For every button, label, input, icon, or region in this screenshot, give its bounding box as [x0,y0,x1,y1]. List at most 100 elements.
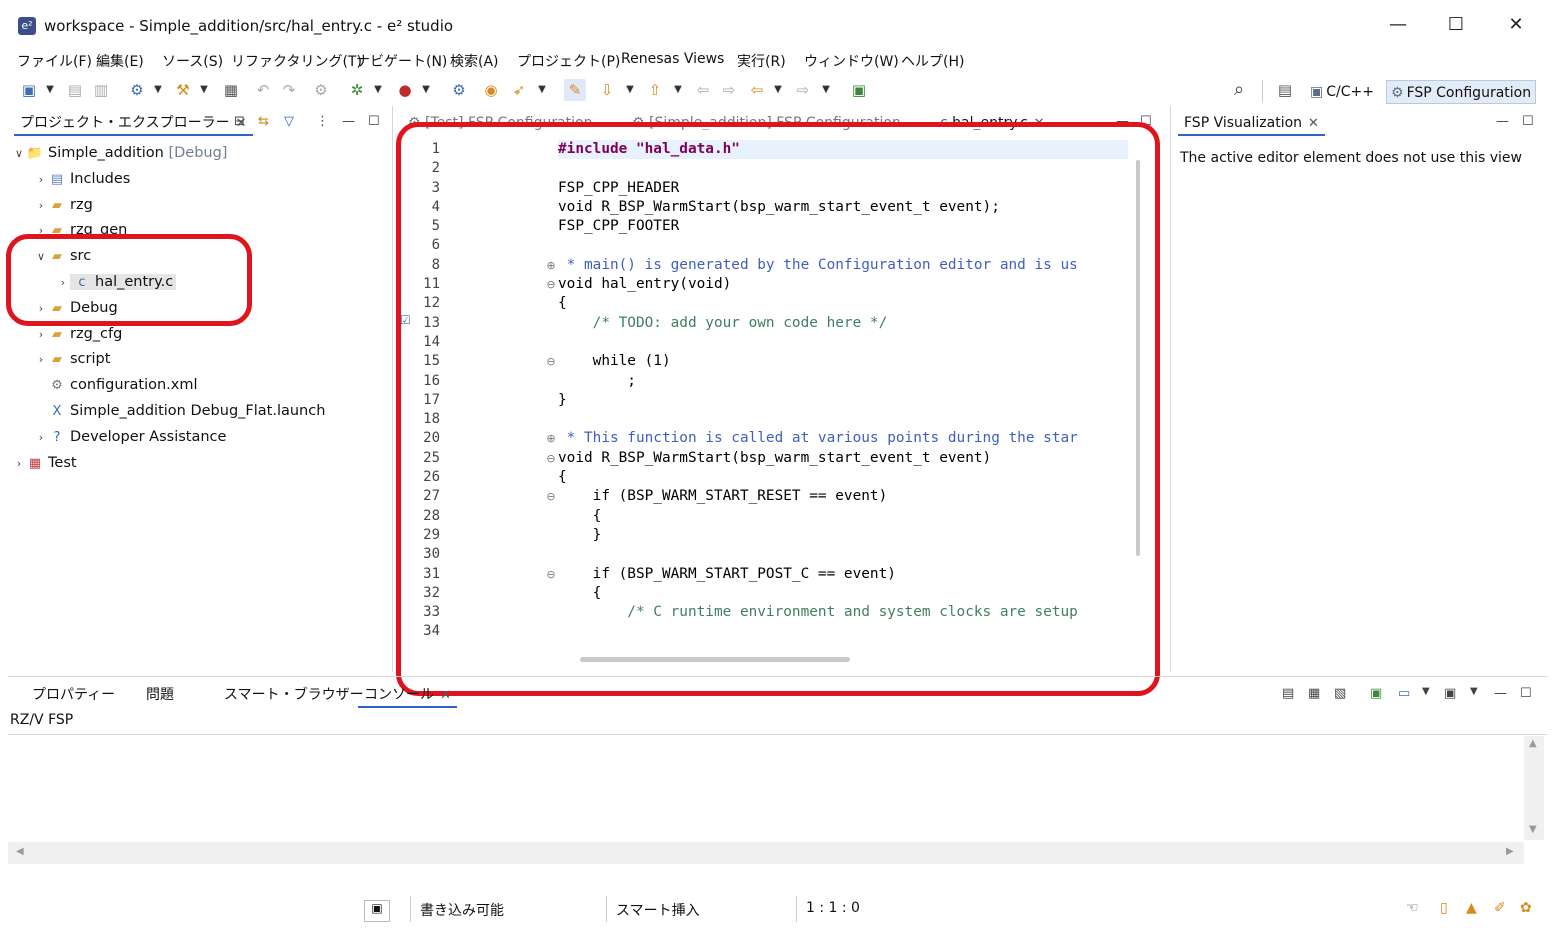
minimize-view-icon[interactable]: — [1496,114,1509,129]
tab-project-explorer[interactable]: プロジェクト・エクスプローラー ✕ [14,112,253,136]
new-window-icon[interactable]: ▣ [364,900,390,922]
tips-icon[interactable]: ☜ [1406,900,1419,916]
minimize-view-icon[interactable]: — [1494,686,1507,701]
menu-search[interactable]: 検索(A) [450,51,499,71]
settings-icon[interactable]: ⚙ [126,79,148,101]
chevron-down-icon[interactable]: ▼ [820,79,832,101]
chevron-down-icon[interactable]: ▼ [1470,686,1478,697]
remove-launch-icon[interactable]: ▤ [1282,686,1294,701]
tab-properties[interactable]: プロパティー [26,684,121,708]
chevron-down-icon[interactable]: ∨ [12,141,26,167]
chevron-down-icon[interactable]: ▼ [152,79,164,101]
chevron-down-icon[interactable]: ▼ [1422,686,1430,697]
back-icon[interactable]: ⇦ [746,79,768,101]
tab-console[interactable]: コンソール ✕ [358,684,457,708]
magic-wand-icon[interactable]: ✐ [1494,900,1506,916]
chevron-right-icon[interactable]: › [34,167,48,193]
menu-source[interactable]: ソース(S) [162,51,223,71]
chevron-right-icon[interactable]: › [12,451,26,477]
close-button[interactable]: ✕ [1496,10,1536,40]
menu-project[interactable]: プロジェクト(P) [517,51,620,71]
maximize-view-icon[interactable]: ☐ [1520,686,1532,701]
link-editor-icon[interactable]: ⇆ [258,114,269,129]
save-all-icon[interactable]: ▥ [90,79,112,101]
menu-edit[interactable]: 編集(E) [96,51,144,71]
menu-renesas-views[interactable]: Renesas Views [621,51,724,67]
pin-console-icon[interactable]: ▣ [1370,686,1382,701]
console-horizontal-scrollbar[interactable]: ◀ ▶ [8,842,1524,864]
menu-refactor[interactable]: リファクタリング(T) [231,51,362,71]
chevron-down-icon[interactable]: ▼ [372,79,384,101]
run-icon[interactable]: ● [394,79,416,101]
build-hammer-icon[interactable]: ⚒ [172,79,194,101]
launch-icon[interactable]: ➶ [508,79,530,101]
connect-icon[interactable]: ⚙ [448,79,470,101]
scroll-right-icon[interactable]: ▶ [1506,846,1514,857]
maximize-view-icon[interactable]: ☐ [368,114,380,129]
last-edit-icon[interactable]: ⇦ [692,79,714,101]
view-menu-icon[interactable]: ⋮ [316,114,329,129]
smart-icon[interactable]: ✿ [1520,900,1532,916]
filter-icon[interactable]: ▽ [284,114,294,129]
scroll-up-icon[interactable]: ▲ [1529,738,1537,749]
close-icon[interactable]: ✕ [1308,116,1319,131]
chevron-down-icon[interactable]: ▼ [624,79,636,101]
open-perspective-icon[interactable]: ▤ [1274,79,1296,101]
menu-run[interactable]: 実行(R) [737,51,786,71]
binary-icon[interactable]: ▦ [220,79,242,101]
chevron-down-icon[interactable]: ▼ [772,79,784,101]
new-icon[interactable]: ▣ [18,79,40,101]
word-wrap-icon[interactable]: ▧ [1334,686,1346,701]
tab-problems[interactable]: 問題 [140,684,180,708]
scroll-down-icon[interactable]: ▼ [1529,824,1537,835]
chevron-right-icon[interactable]: › [34,425,48,451]
chevron-right-icon[interactable]: › [34,193,48,219]
tree-item-launch-file[interactable]: X Simple_addition Debug_Flat.launch [12,399,392,425]
package-icon[interactable]: ◉ [480,79,502,101]
perspective-fsp-configuration[interactable]: ⚙ FSP Configuration [1386,80,1537,104]
tree-item-developer-assistance[interactable]: ›? Developer Assistance [12,425,392,451]
open-console-icon[interactable]: ▣ [1444,686,1456,701]
tree-item-test[interactable]: › ▦ Test [12,451,392,477]
link-icon[interactable]: ↶ [252,79,274,101]
highlight-pen-icon[interactable]: ✎ [564,79,586,101]
tree-item-rzg[interactable]: › ▰ rzg [12,193,392,219]
gear-icon[interactable]: ⚙ [310,79,332,101]
collapse-all-icon[interactable]: ⊟ [234,114,245,129]
forward-icon[interactable]: ⇨ [792,79,814,101]
tree-item-configuration-xml[interactable]: ⚙ configuration.xml [12,373,392,399]
search-icon[interactable]: ⌕ [1228,79,1250,101]
debug-bug-icon[interactable]: ✲ [346,79,368,101]
unlink-icon[interactable]: ↷ [278,79,300,101]
book-icon[interactable]: ▯ [1440,900,1448,916]
chevron-down-icon[interactable]: ▼ [672,79,684,101]
chevron-down-icon[interactable]: ▼ [198,79,210,101]
prev-annotation-icon[interactable]: ⇧ [644,79,666,101]
maximize-button[interactable]: ☐ [1436,10,1476,40]
tab-smart-browser[interactable]: スマート・ブラウザー [218,684,370,708]
scroll-lock-icon[interactable]: ▦ [1308,686,1320,701]
menu-help[interactable]: ヘルプ(H) [901,51,964,71]
menu-window[interactable]: ウィンドウ(W) [804,51,899,71]
tree-item-includes[interactable]: › ▤ Includes [12,167,392,193]
perspective-cpp[interactable]: ▣ C/C++ [1306,80,1378,104]
minimize-view-icon[interactable]: — [342,114,355,129]
next-annotation-icon[interactable]: ⇩ [596,79,618,101]
learn-icon[interactable]: ▲ [1466,900,1477,916]
tab-fsp-visualization[interactable]: FSP Visualization ✕ [1178,112,1325,136]
chevron-down-icon[interactable]: ▼ [420,79,432,101]
console-vertical-scrollbar[interactable]: ▲ ▼ [1524,736,1544,840]
scroll-left-icon[interactable]: ◀ [16,846,24,857]
open-perspective-icon[interactable]: ▣ [848,79,870,101]
maximize-view-icon[interactable]: ☐ [1522,114,1534,129]
menu-file[interactable]: ファイル(F) [17,51,92,71]
menu-navigate[interactable]: ナビゲート(N) [356,51,447,71]
chevron-down-icon[interactable]: ▼ [44,79,56,101]
tree-item-script[interactable]: › ▰ script [12,347,392,373]
chevron-right-icon[interactable]: › [34,347,48,373]
minimize-button[interactable]: — [1378,10,1418,40]
tree-item-simple-addition[interactable]: ∨ 📁 Simple_addition [Debug] [12,141,392,167]
chevron-down-icon[interactable]: ▼ [536,79,548,101]
close-icon[interactable]: ✕ [440,688,451,703]
display-console-icon[interactable]: ▭ [1398,686,1410,701]
